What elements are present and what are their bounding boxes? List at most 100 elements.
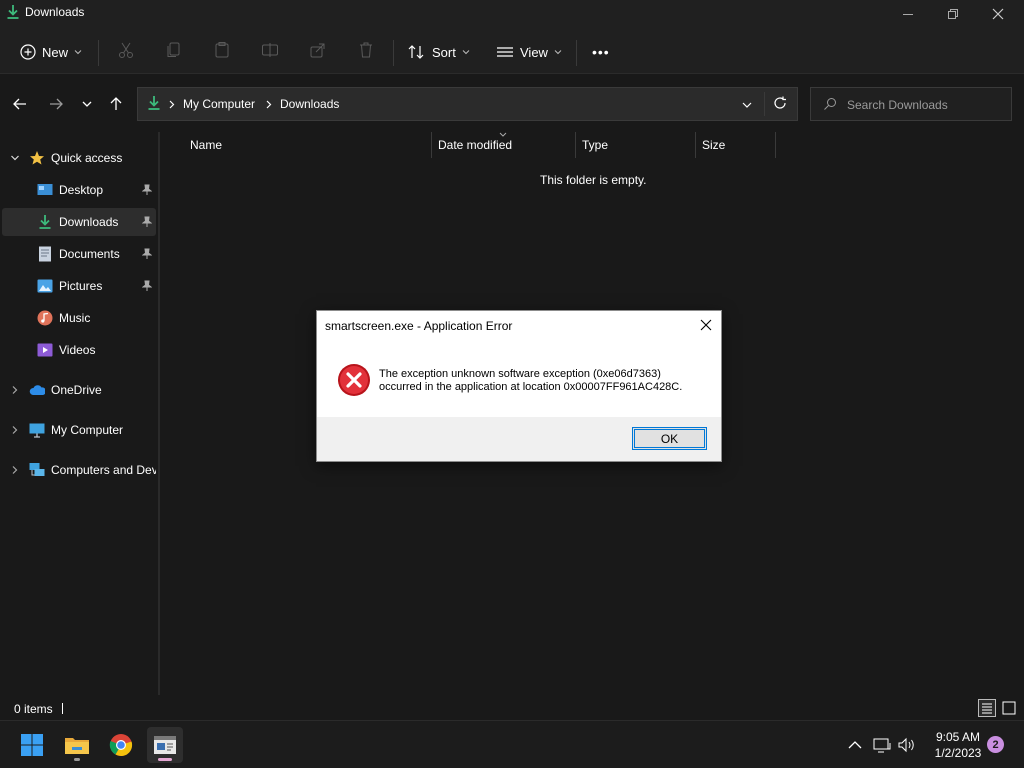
search-icon xyxy=(824,98,836,110)
plus-circle-icon xyxy=(20,44,36,60)
sidebar-item-downloads[interactable]: Downloads xyxy=(2,208,156,236)
tiles-view-button[interactable] xyxy=(1000,699,1018,717)
details-view-button[interactable] xyxy=(978,699,996,717)
show-hidden-icons-button[interactable] xyxy=(845,735,865,755)
sidebar-item-pictures[interactable]: Pictures xyxy=(2,272,156,300)
refresh-icon[interactable] xyxy=(773,96,787,110)
sidebar-item-quick-access[interactable]: Quick access xyxy=(2,144,156,172)
application-error-dialog: smartscreen.exe - Application Error The … xyxy=(316,310,722,462)
sidebar-item-onedrive[interactable]: OneDrive xyxy=(2,376,156,404)
star-icon xyxy=(29,150,45,166)
taskbar: 9:05 AM 1/2/2023 2 xyxy=(0,720,1024,768)
ok-button[interactable]: OK xyxy=(632,427,707,450)
sidebar-item-computers-and-devices[interactable]: Computers and Dev xyxy=(2,456,156,484)
pin-icon[interactable] xyxy=(142,248,152,260)
breadcrumb-downloads[interactable]: Downloads xyxy=(280,97,339,111)
network-tray-button[interactable] xyxy=(872,735,892,755)
cut-button[interactable] xyxy=(116,40,136,60)
minimize-button[interactable] xyxy=(896,4,920,24)
chevron-down-icon xyxy=(462,50,470,55)
column-header-size[interactable]: Size xyxy=(702,138,725,152)
delete-button[interactable] xyxy=(356,40,376,60)
new-button[interactable]: New xyxy=(20,38,82,66)
pin-icon[interactable] xyxy=(142,184,152,196)
search-input[interactable] xyxy=(847,95,1007,115)
sidebar-item-label: Quick access xyxy=(51,151,123,165)
restore-button[interactable] xyxy=(941,4,965,24)
breadcrumb-my-computer[interactable]: My Computer xyxy=(183,97,255,111)
chevron-down-icon xyxy=(74,50,82,55)
sidebar-item-music[interactable]: Music xyxy=(2,304,156,332)
rename-button[interactable] xyxy=(260,40,280,60)
taskbar-error-dialog-app[interactable] xyxy=(147,727,183,763)
sidebar-item-desktop[interactable]: Desktop xyxy=(2,176,156,204)
copy-button[interactable] xyxy=(164,40,184,60)
view-list-icon xyxy=(497,47,513,57)
error-message-line: The exception unknown software exception… xyxy=(379,368,661,380)
column-header-type[interactable]: Type xyxy=(582,138,608,152)
share-button[interactable] xyxy=(308,40,328,60)
close-icon xyxy=(992,8,1004,20)
notification-badge[interactable]: 2 xyxy=(987,736,1004,753)
folder-icon xyxy=(65,738,89,754)
chevron-right-icon xyxy=(12,386,18,394)
recent-locations-button[interactable] xyxy=(77,94,97,114)
pictures-icon xyxy=(37,278,53,294)
dialog-title: smartscreen.exe - Application Error xyxy=(325,319,513,333)
sidebar-item-my-computer[interactable]: My Computer xyxy=(2,416,156,444)
windows-logo-icon xyxy=(21,734,43,756)
network-status-icon xyxy=(873,738,891,753)
address-separator xyxy=(764,92,765,116)
download-icon xyxy=(37,214,53,230)
volume-tray-button[interactable] xyxy=(897,735,917,755)
sidebar-item-label: Pictures xyxy=(59,279,103,293)
column-header-date-modified[interactable]: Date modified xyxy=(438,138,512,152)
toolbar-separator xyxy=(393,40,394,66)
close-button[interactable] xyxy=(986,4,1010,24)
sidebar-item-documents[interactable]: Documents xyxy=(2,240,156,268)
column-separator[interactable] xyxy=(775,132,776,158)
sidebar-item-videos[interactable]: Videos xyxy=(2,336,156,364)
column-separator[interactable] xyxy=(575,132,576,158)
search-box[interactable] xyxy=(810,87,1012,121)
sidebar-item-label: My Computer xyxy=(51,423,124,437)
music-icon xyxy=(37,310,53,326)
taskbar-clock[interactable]: 9:05 AM 1/2/2023 xyxy=(926,729,990,761)
error-message: The exception unknown software exception… xyxy=(379,368,682,394)
pin-icon[interactable] xyxy=(142,216,152,228)
videos-icon xyxy=(37,342,53,358)
sidebar-item-label: Desktop xyxy=(59,183,104,197)
trash-icon xyxy=(360,42,372,58)
pin-icon[interactable] xyxy=(142,280,152,292)
new-label: New xyxy=(42,44,69,60)
more-options-button[interactable]: ••• xyxy=(592,38,610,66)
restore-icon xyxy=(948,9,958,19)
up-button[interactable] xyxy=(106,94,126,114)
back-button[interactable] xyxy=(10,94,30,114)
paste-button[interactable] xyxy=(212,40,232,60)
minimize-icon xyxy=(903,14,913,15)
column-header-name[interactable]: Name xyxy=(190,138,222,152)
toolbar-separator xyxy=(576,40,577,66)
chevron-right-icon xyxy=(12,466,18,474)
column-separator[interactable] xyxy=(431,132,432,158)
sort-label: Sort xyxy=(432,44,456,60)
start-button[interactable] xyxy=(14,727,50,763)
network-icon xyxy=(29,462,45,478)
clock-time: 9:05 AM xyxy=(935,730,981,744)
taskbar-chrome[interactable] xyxy=(103,727,139,763)
view-button[interactable]: View xyxy=(496,38,562,66)
chevron-down-icon[interactable] xyxy=(741,99,753,111)
running-indicator xyxy=(74,758,80,761)
item-count: 0 items xyxy=(14,702,53,716)
forward-button[interactable] xyxy=(46,94,66,114)
arrow-up-icon xyxy=(110,97,122,110)
sort-button[interactable]: Sort xyxy=(408,38,470,66)
window-title: Downloads xyxy=(25,5,85,19)
dialog-close-button[interactable] xyxy=(697,316,715,334)
arrow-right-icon xyxy=(50,98,63,110)
status-separator xyxy=(62,703,63,714)
taskbar-file-explorer[interactable] xyxy=(59,727,95,763)
address-bar[interactable]: My Computer Downloads xyxy=(137,87,798,121)
column-separator[interactable] xyxy=(695,132,696,158)
